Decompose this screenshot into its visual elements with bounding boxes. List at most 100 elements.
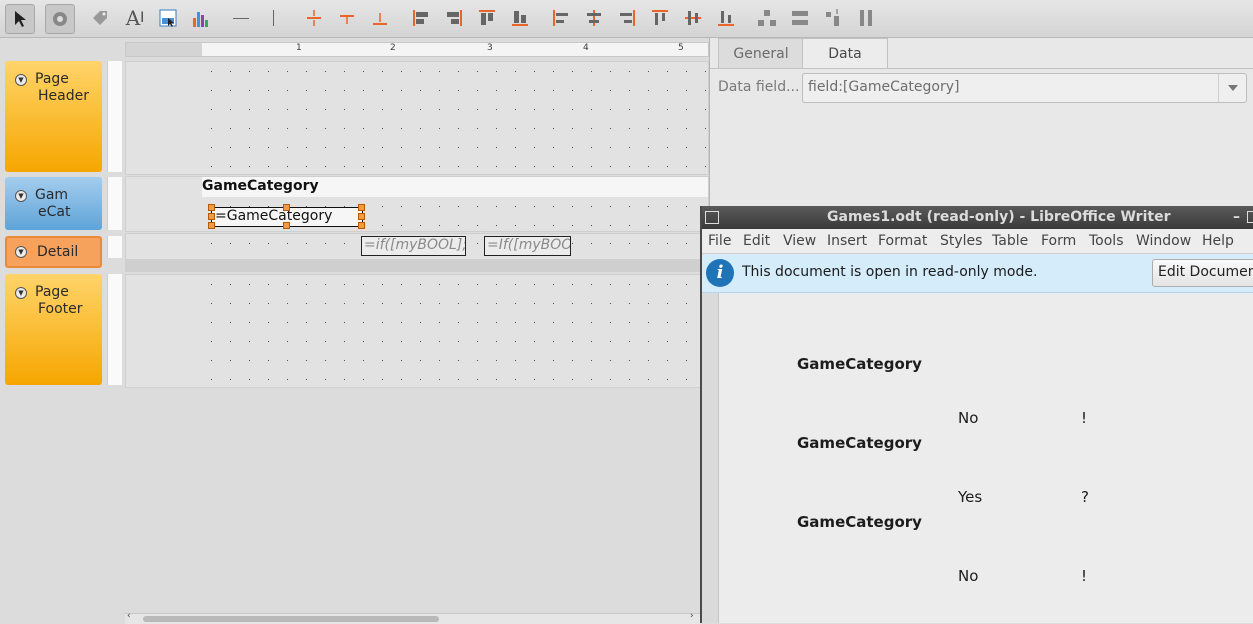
resize-handle[interactable] (283, 204, 290, 211)
menu-window[interactable]: Window (1136, 233, 1191, 249)
doc-value: No (958, 567, 979, 585)
align-left-icon[interactable] (407, 4, 435, 32)
shrink-middle-icon[interactable] (333, 4, 361, 32)
writer-left-margin (702, 293, 719, 623)
resize-handle[interactable] (358, 222, 365, 229)
menu-format[interactable]: Format (878, 233, 927, 249)
maximize-icon[interactable] (1247, 211, 1253, 223)
group-header-section[interactable]: GameCategory =GameCategory (125, 176, 709, 232)
align-right-icon[interactable] (440, 4, 468, 32)
resize-handle[interactable] (208, 204, 215, 211)
menu-insert[interactable]: Insert (827, 233, 867, 249)
window-menu-icon[interactable] (705, 211, 719, 224)
detail-field-control[interactable]: =if([myBOOL]; (361, 236, 466, 256)
band-splitter[interactable] (107, 61, 122, 172)
align-top-section-icon[interactable] (646, 4, 674, 32)
doc-value: No (958, 409, 979, 427)
resize-handle[interactable] (208, 222, 215, 229)
doc-category: GameCategory (797, 513, 922, 531)
menu-form[interactable]: Form (1041, 233, 1076, 249)
collapse-toggle-icon[interactable]: ▼ (15, 287, 27, 299)
properties-panel: General Data Data field... field:[GameCa… (709, 38, 1253, 208)
select-pointer-icon[interactable] (5, 4, 35, 34)
menu-styles[interactable]: Styles (940, 233, 982, 249)
shrink-top-icon[interactable] (300, 4, 328, 32)
image-icon[interactable] (154, 4, 182, 32)
doc-mark: ! (1081, 567, 1088, 585)
menu-file[interactable]: File (708, 233, 731, 249)
edit-document-label: Edit Document (1158, 264, 1253, 280)
text-field-icon[interactable]: AI (121, 4, 149, 32)
align-left-section-icon[interactable] (547, 4, 575, 32)
band-page-footer[interactable]: ▼ Page Footer (5, 274, 102, 385)
ruler-tick: 3 (487, 43, 493, 53)
align-bottom-icon[interactable] (506, 4, 534, 32)
menu-table[interactable]: Table (992, 233, 1028, 249)
band-splitter[interactable] (107, 274, 122, 385)
resize-handle[interactable] (358, 213, 365, 220)
tab-general[interactable]: General (718, 38, 804, 69)
resize-height-icon[interactable] (852, 4, 880, 32)
horizontal-line-icon[interactable] (227, 4, 255, 32)
scroll-left-icon[interactable]: ‹ (127, 611, 131, 621)
menu-tools[interactable]: Tools (1089, 233, 1124, 249)
band-group-header[interactable]: ▼ Gam eCat (5, 177, 102, 230)
menu-edit[interactable]: Edit (743, 233, 770, 249)
group-title-label[interactable]: GameCategory (202, 178, 319, 194)
shrink-bottom-icon[interactable] (366, 4, 394, 32)
gear-icon[interactable] (45, 4, 75, 34)
minimize-icon[interactable]: – (1233, 206, 1240, 229)
ruler-margin (126, 43, 202, 56)
writer-titlebar[interactable]: Games1.odt (read-only) - LibreOffice Wri… (702, 206, 1253, 229)
page-header-section[interactable] (125, 61, 709, 175)
menu-view[interactable]: View (783, 233, 816, 249)
band-label: Footer (38, 301, 83, 317)
doc-category: GameCategory (797, 355, 922, 373)
center-vertical-icon[interactable] (679, 4, 707, 32)
readonly-infobar: i This document is open in read-only mod… (702, 254, 1253, 293)
doc-category: GameCategory (797, 434, 922, 452)
design-grid (202, 275, 708, 387)
detail-field-control[interactable]: =If([myBOO (484, 236, 571, 256)
equal-width-icon[interactable] (786, 4, 814, 32)
detail-section[interactable]: =if([myBOOL]; =If([myBOO (125, 233, 709, 260)
vertical-line-icon[interactable] (259, 4, 287, 32)
ruler-tick: 1 (296, 43, 302, 53)
band-splitter[interactable] (107, 236, 122, 258)
page-footer-section[interactable] (125, 274, 709, 388)
dropdown-button[interactable] (1218, 74, 1247, 102)
tab-data[interactable]: Data (802, 38, 888, 69)
scroll-right-icon[interactable]: › (690, 611, 694, 621)
center-horizontal-icon[interactable] (580, 4, 608, 32)
collapse-toggle-icon[interactable]: ▼ (15, 74, 27, 86)
distribute-icon[interactable] (753, 4, 781, 32)
collapse-toggle-icon[interactable]: ▼ (15, 246, 27, 258)
align-top-icon[interactable] (473, 4, 501, 32)
chart-icon[interactable] (187, 4, 215, 32)
edit-document-button[interactable]: Edit Document (1152, 259, 1253, 287)
band-detail[interactable]: ▼ Detail (5, 236, 102, 268)
resize-handle[interactable] (208, 213, 215, 220)
tag-icon[interactable] (86, 4, 114, 32)
horizontal-ruler: 1 2 3 4 5 (125, 42, 709, 57)
align-right-section-icon[interactable] (613, 4, 641, 32)
band-page-header[interactable]: ▼ Page Header (5, 61, 102, 172)
band-gap (125, 260, 707, 272)
menu-help[interactable]: Help (1202, 233, 1234, 249)
band-label: Page (35, 71, 69, 87)
scrollbar-thumb[interactable] (143, 616, 439, 622)
align-bottom-section-icon[interactable] (712, 4, 740, 32)
data-field-combobox[interactable]: field:[GameCategory] (802, 73, 1247, 103)
document-page[interactable]: GameCategory No ! GameCategory Yes ? Gam… (719, 293, 1253, 623)
horizontal-scrollbar[interactable]: ‹ › (125, 611, 700, 624)
band-splitter[interactable] (107, 177, 122, 230)
resize-handle[interactable] (283, 222, 290, 229)
resize-handle[interactable] (358, 204, 365, 211)
collapse-toggle-icon[interactable]: ▼ (15, 190, 27, 202)
info-message: This document is open in read-only mode. (742, 264, 1038, 280)
writer-window: Games1.odt (read-only) - LibreOffice Wri… (700, 206, 1253, 623)
data-field-value: field:[GameCategory] (808, 79, 960, 95)
writer-menubar: File Edit View Insert Format Styles Tabl… (702, 229, 1253, 254)
band-label: eCat (38, 204, 71, 220)
equal-height-icon[interactable] (819, 4, 847, 32)
